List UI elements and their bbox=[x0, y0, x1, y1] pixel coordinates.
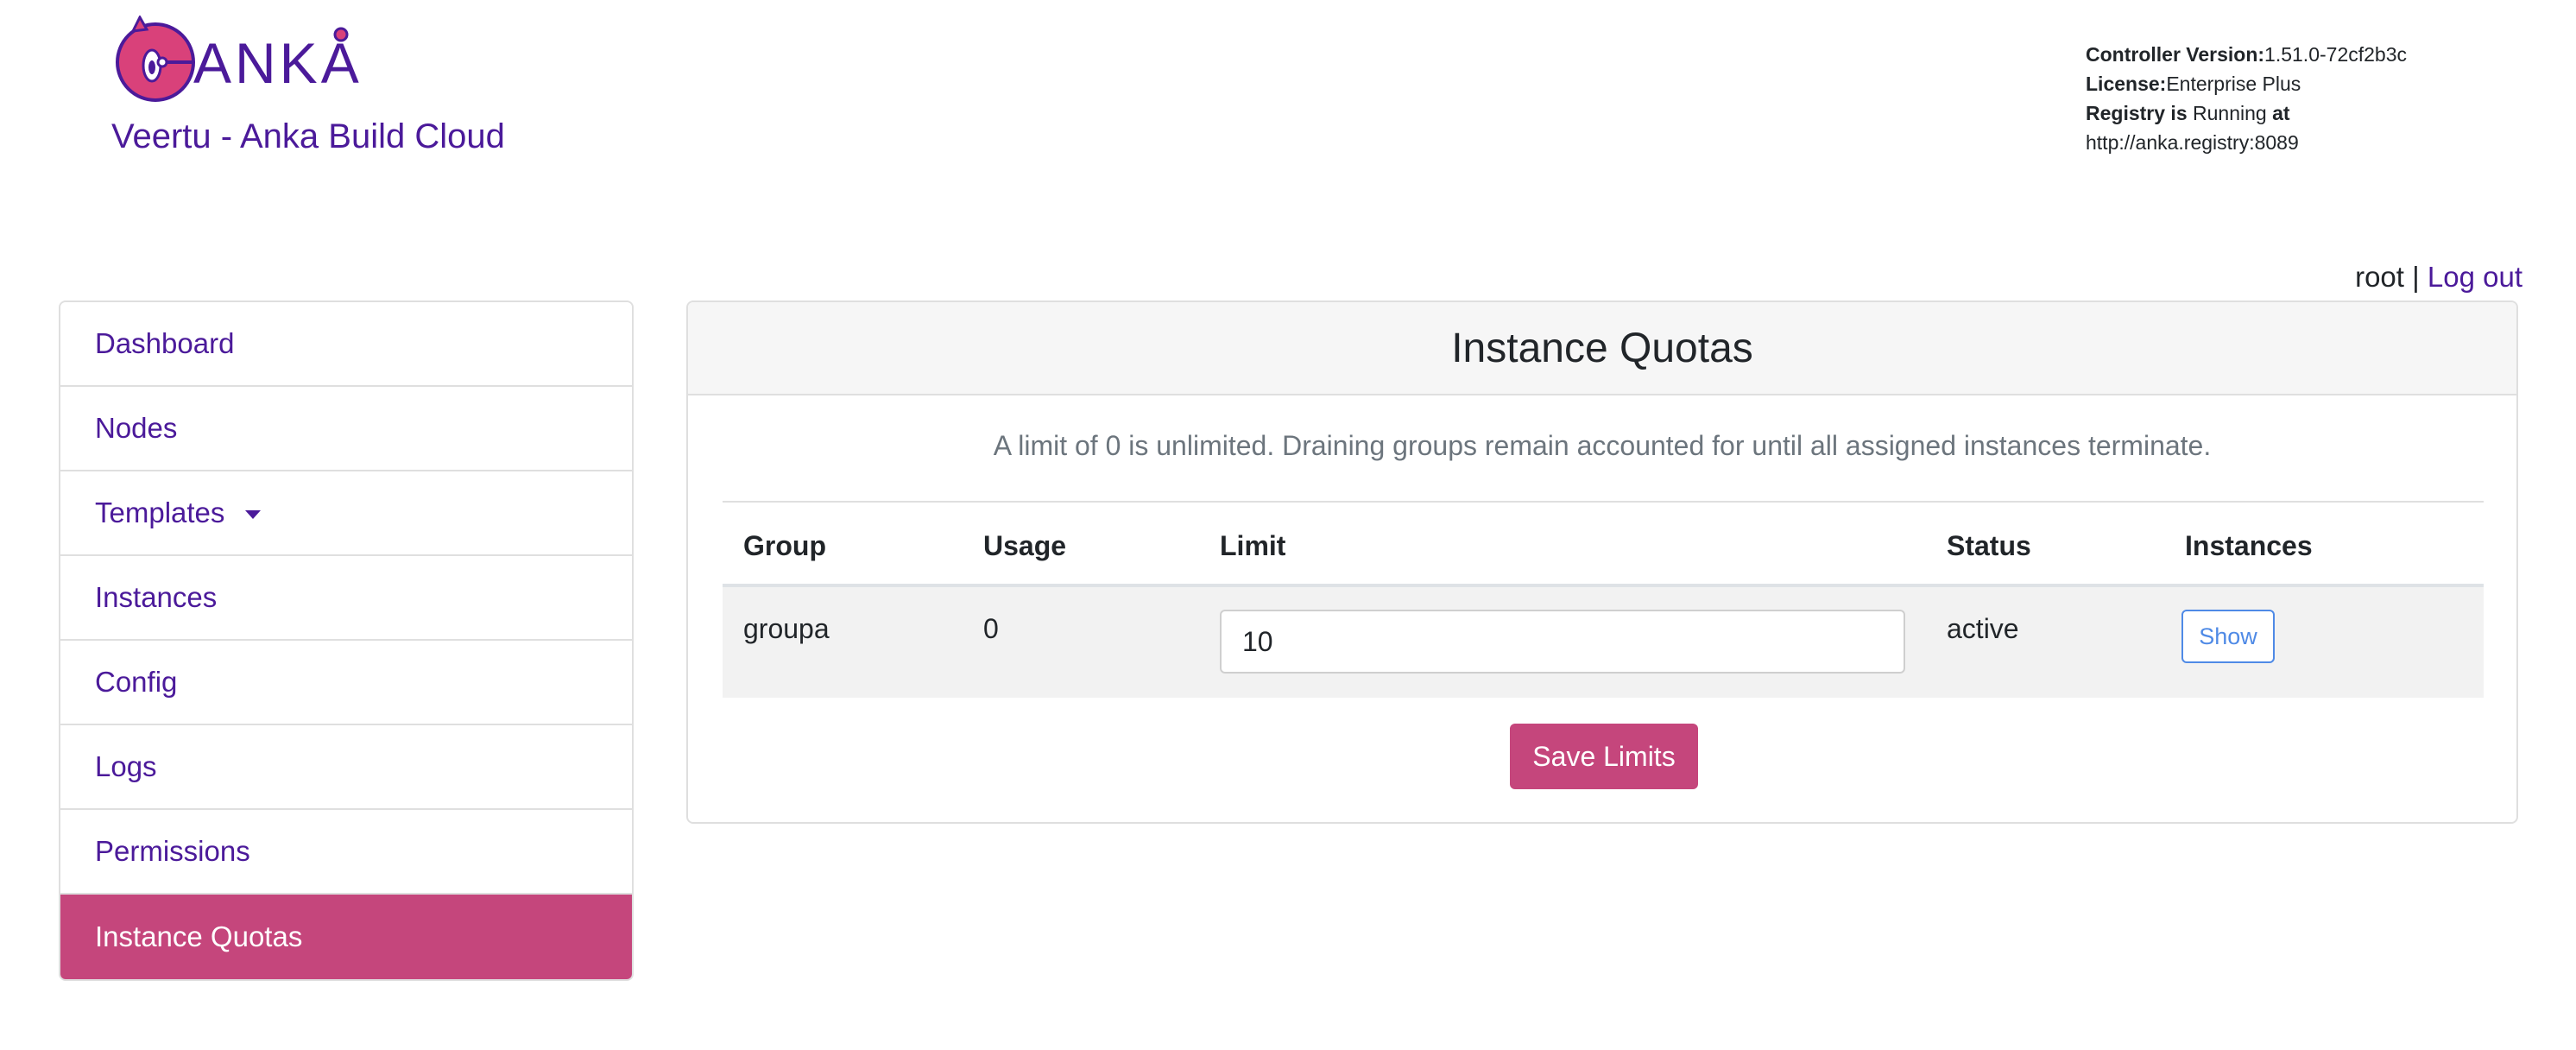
caret-down-icon bbox=[245, 510, 262, 519]
show-instances-button[interactable]: Show bbox=[2181, 610, 2275, 663]
sidebar-item-instances[interactable]: Instances bbox=[60, 556, 632, 641]
table-header: Group Usage Limit Status Instances bbox=[723, 501, 2484, 587]
page-title: Instance Quotas bbox=[688, 302, 2516, 395]
license-line: License:Enterprise Plus bbox=[2086, 73, 2301, 95]
quota-note: A limit of 0 is unlimited. Draining grou… bbox=[993, 430, 2212, 461]
sidebar-item-config[interactable]: Config bbox=[60, 641, 632, 725]
sidebar-item-permissions[interactable]: Permissions bbox=[60, 810, 632, 895]
save-limits-button[interactable]: Save Limits bbox=[1510, 724, 1698, 789]
header-status: Status bbox=[1947, 530, 2031, 561]
sidebar: Dashboard Nodes Templates Instances Conf… bbox=[59, 300, 634, 981]
instance-quotas-card: Instance Quotas A limit of 0 is unlimite… bbox=[686, 300, 2518, 824]
header-limit: Limit bbox=[1220, 530, 1286, 561]
brand-title: Veertu - Anka Build Cloud bbox=[111, 117, 505, 155]
cell-group: groupa bbox=[743, 613, 830, 644]
controller-info: Controller Version:1.51.0-72cf2b3c Licen… bbox=[2086, 40, 2407, 157]
registry-line: Registry is Running at bbox=[2086, 102, 2290, 124]
sidebar-item-dashboard[interactable]: Dashboard bbox=[60, 302, 632, 387]
table-row: groupa 0 active Show bbox=[723, 587, 2484, 698]
header-usage: Usage bbox=[983, 530, 1067, 561]
separator: | bbox=[2412, 261, 2420, 293]
anka-logo: ANKA bbox=[116, 16, 359, 102]
sidebar-item-nodes[interactable]: Nodes bbox=[60, 387, 632, 471]
registry-url: http://anka.registry:8089 bbox=[2086, 131, 2299, 154]
header-instances: Instances bbox=[2185, 530, 2313, 561]
quotas-table: Group Usage Limit Status Instances group… bbox=[723, 501, 2484, 698]
header-group: Group bbox=[743, 530, 826, 561]
cell-status: active bbox=[1947, 613, 2019, 644]
controller-version-line: Controller Version:1.51.0-72cf2b3c bbox=[2086, 43, 2407, 66]
cell-usage: 0 bbox=[983, 613, 999, 644]
sidebar-item-instance-quotas[interactable]: Instance Quotas bbox=[60, 895, 632, 979]
logout-link[interactable]: Log out bbox=[2428, 261, 2522, 293]
limit-input[interactable] bbox=[1220, 610, 1905, 674]
user-bar: root | Log out bbox=[2355, 261, 2522, 294]
sidebar-item-logs[interactable]: Logs bbox=[60, 725, 632, 810]
username: root bbox=[2355, 261, 2404, 293]
sidebar-item-templates[interactable]: Templates bbox=[60, 471, 632, 556]
